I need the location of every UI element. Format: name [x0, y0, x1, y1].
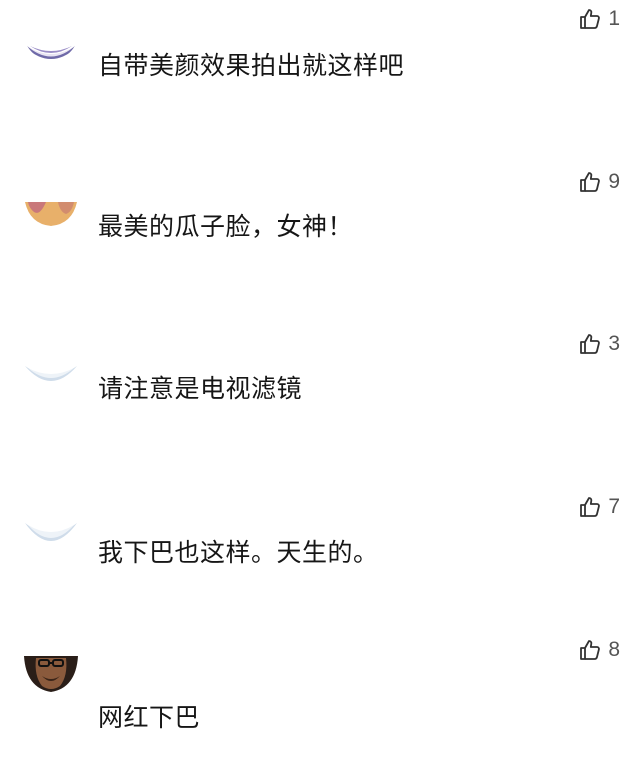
avatar[interactable] — [24, 336, 78, 386]
avatar[interactable] — [24, 646, 78, 692]
like-count: 8 — [608, 638, 620, 661]
like-button[interactable]: 1 — [578, 5, 620, 33]
like-count: 3 — [608, 332, 620, 355]
thumbs-up-icon — [578, 170, 602, 194]
like-button[interactable]: 3 — [578, 330, 620, 358]
like-button[interactable]: 7 — [578, 493, 620, 521]
comment-text: 网红下巴 — [98, 703, 201, 732]
like-button[interactable]: 9 — [578, 168, 620, 196]
comment-text: 自带美颜效果拍出就这样吧 — [98, 51, 405, 80]
comment-text: 我下巴也这样。天生的。 — [98, 538, 379, 567]
comment-text: 请注意是电视滤镜 — [98, 374, 303, 403]
like-count: 7 — [608, 495, 620, 518]
like-count: 1 — [608, 7, 620, 30]
thumbs-up-icon — [578, 638, 602, 662]
avatar[interactable] — [24, 172, 78, 226]
thumbs-up-icon — [578, 7, 602, 31]
like-count: 9 — [608, 170, 620, 193]
avatar[interactable] — [24, 497, 78, 551]
comment-text: 最美的瓜子脸，女神！ — [98, 212, 354, 241]
avatar[interactable] — [24, 10, 78, 60]
thumbs-up-icon — [578, 495, 602, 519]
like-button[interactable]: 8 — [578, 636, 620, 664]
thumbs-up-icon — [578, 332, 602, 356]
